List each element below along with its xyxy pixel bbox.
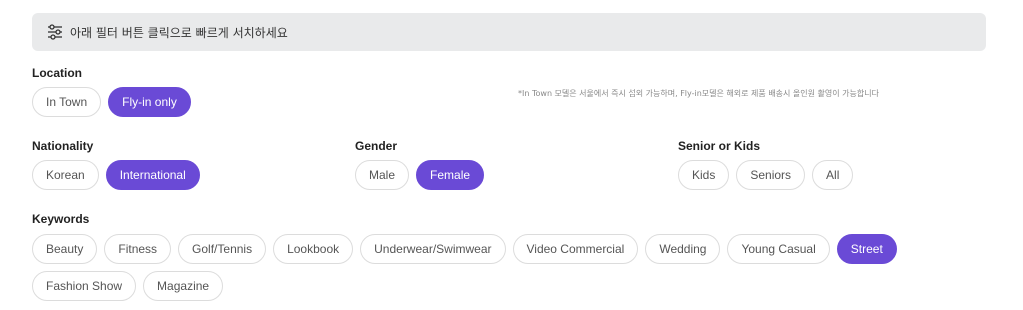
search-hint-banner: 아래 필터 버튼 클릭으로 빠르게 서치하세요 — [32, 13, 986, 51]
keywords-label: Keywords — [32, 212, 90, 226]
banner-text: 아래 필터 버튼 클릭으로 빠르게 서치하세요 — [70, 25, 288, 40]
nationality-label: Nationality — [32, 139, 94, 153]
location-chip-in-town[interactable]: In Town — [32, 87, 102, 117]
senior-kids-chip-kids[interactable]: Kids — [678, 160, 730, 190]
keywords-chip-underwear-swimwear[interactable]: Underwear/Swimwear — [360, 234, 506, 264]
keywords-chip-magazine[interactable]: Magazine — [143, 271, 224, 301]
location-note: *In Town 모델은 서울에서 즉시 섭외 가능하며, Fly-in모델은 … — [518, 89, 879, 98]
keywords-chip-street[interactable]: Street — [836, 234, 897, 264]
keywords-chip-wedding[interactable]: Wedding — [645, 234, 721, 264]
keywords-chip-young-casual[interactable]: Young Casual — [727, 234, 830, 264]
senior-kids-chip-seniors[interactable]: Seniors — [736, 160, 806, 190]
gender-options: Male Female — [355, 160, 485, 190]
nationality-chip-korean[interactable]: Korean — [32, 160, 99, 190]
keywords-chip-fitness[interactable]: Fitness — [104, 234, 172, 264]
gender-label: Gender — [355, 139, 398, 153]
location-label: Location — [32, 66, 82, 80]
keywords-chip-lookbook[interactable]: Lookbook — [273, 234, 354, 264]
nationality-chip-international[interactable]: International — [105, 160, 200, 190]
keywords-options: Beauty Fitness Golf/Tennis Lookbook Underwea… — [32, 234, 932, 301]
gender-chip-male[interactable]: Male — [355, 160, 410, 190]
keywords-chip-beauty[interactable]: Beauty — [32, 234, 98, 264]
keywords-chip-golf-tennis[interactable]: Golf/Tennis — [178, 234, 267, 264]
location-options: In Town Fly-in only — [32, 87, 191, 117]
senior-kids-label: Senior or Kids — [678, 139, 761, 153]
keywords-chip-fashion-show[interactable]: Fashion Show — [32, 271, 137, 301]
location-chip-fly-in-only[interactable]: Fly-in only — [108, 87, 191, 117]
keywords-chip-video-commercial[interactable]: Video Commercial — [512, 234, 639, 264]
nationality-options: Korean International — [32, 160, 200, 190]
senior-kids-chip-all[interactable]: All — [812, 160, 854, 190]
sliders-icon — [47, 24, 63, 40]
gender-chip-female[interactable]: Female — [416, 160, 485, 190]
senior-kids-options: Kids Seniors All — [678, 160, 854, 190]
